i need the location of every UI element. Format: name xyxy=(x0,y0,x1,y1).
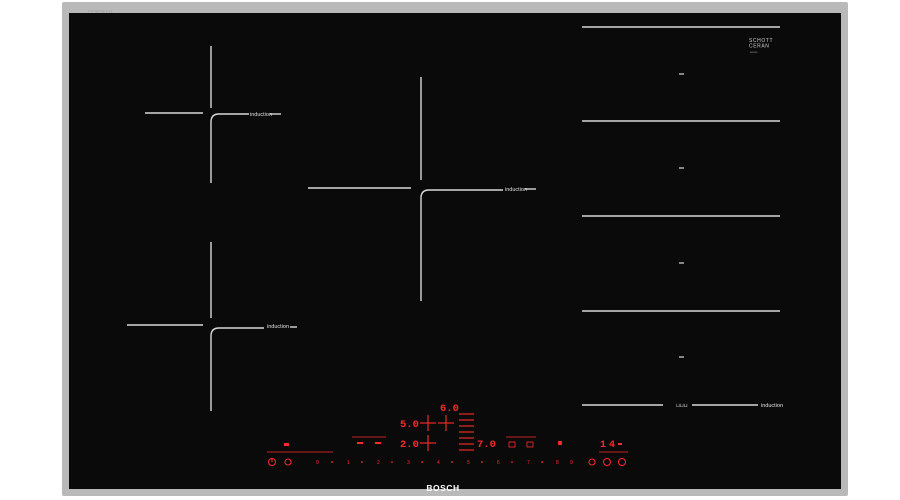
zone-2-induction-label: induction xyxy=(505,187,527,193)
flex-indicator: ⊔⊔⊔ xyxy=(676,403,688,409)
display-center-value: 7.0 xyxy=(477,439,496,451)
svg-text:6: 6 xyxy=(497,460,500,466)
svg-text:5: 5 xyxy=(467,460,470,466)
zone-1-induction-label: induction xyxy=(250,112,272,118)
svg-text:0: 0 xyxy=(316,460,319,466)
display-left-value-1: 5.0 xyxy=(400,419,419,431)
svg-text:CERAN: CERAN xyxy=(749,44,770,50)
svg-text:4: 4 xyxy=(437,460,440,466)
display-left-value-2: 2.0 xyxy=(400,439,419,451)
svg-text:1: 1 xyxy=(347,460,350,466)
svg-text:7: 7 xyxy=(527,460,530,466)
svg-text:8: 8 xyxy=(556,460,559,466)
bosch-brand-logo: BOSCH xyxy=(426,483,459,493)
svg-text:3: 3 xyxy=(407,460,410,466)
model-number: PXV875DC1E xyxy=(88,9,114,14)
zone-3-induction-label: induction xyxy=(267,324,289,330)
display-top-value: 6.0 xyxy=(440,403,459,415)
display-right-value: 14 xyxy=(600,440,618,451)
svg-text:9: 9 xyxy=(570,460,573,466)
zone-4-induction-label: induction xyxy=(761,403,783,409)
cooktop-surface: PXV875DC1E induction induction induction xyxy=(69,9,841,493)
svg-text:ceran: ceran xyxy=(750,50,758,54)
svg-text:2: 2 xyxy=(377,460,380,466)
ceramic-glass xyxy=(69,13,841,489)
